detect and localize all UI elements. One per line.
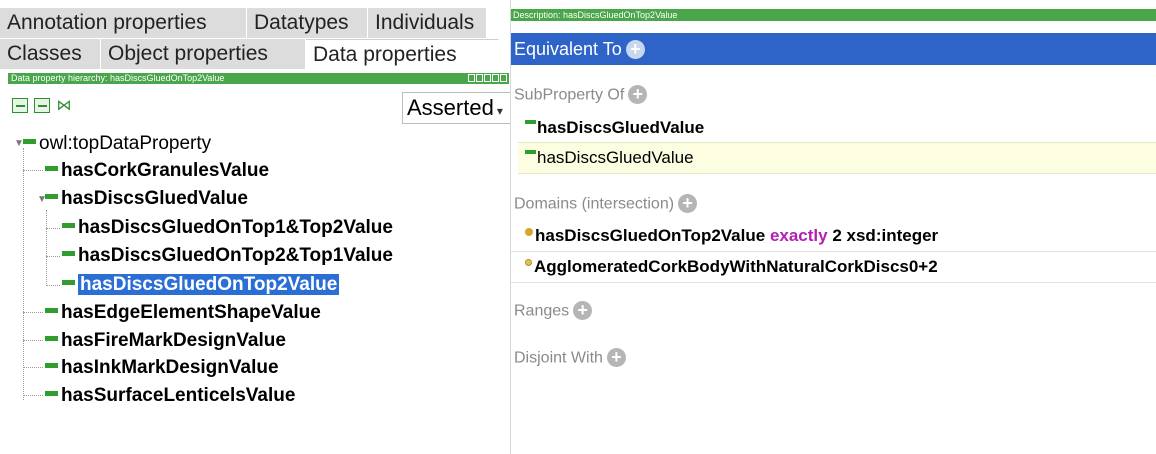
equivalent-to-section: Equivalent To + (511, 33, 1156, 65)
class-expression-icon (525, 228, 533, 236)
minimize-icon[interactable] (484, 74, 491, 82)
tree-node[interactable]: hasCorkGranulesValue (45, 158, 269, 184)
domains-section: Domains (intersection) + (514, 194, 698, 214)
domain-item[interactable]: AgglomeratedCorkBodyWithNaturalCorkDiscs… (525, 257, 938, 277)
class-icon (525, 259, 532, 266)
divider (511, 251, 1156, 252)
tree-node-selected[interactable]: hasDiscsGluedOnTop2Value (62, 272, 340, 298)
tree-connector (46, 228, 60, 229)
tree-node[interactable]: hasEdgeElementShapeValue (45, 300, 321, 326)
subproperty-item[interactable]: hasDiscsGluedValue (525, 118, 704, 138)
tab-individuals[interactable]: Individuals (368, 8, 487, 38)
tab-row-2: Classes Object properties Data propertie… (0, 39, 499, 69)
subproperty-of-section: SubProperty Of + (514, 85, 648, 105)
hierarchy-header: Data property hierarchy: hasDiscsGluedOn… (8, 73, 509, 84)
add-sibling-property-icon[interactable] (34, 98, 50, 113)
data-property-icon (45, 194, 58, 200)
tab-annotation-properties[interactable]: Annotation properties (0, 8, 247, 38)
add-equivalent-button[interactable]: + (625, 39, 645, 59)
tree-node-label: hasInkMarkDesignValue (61, 357, 279, 378)
data-property-icon (62, 251, 75, 257)
tree-node-root[interactable]: owl:topDataProperty (23, 131, 211, 157)
description-title: Description: hasDiscsGluedOnTop2Value (513, 10, 678, 20)
data-property-icon (45, 166, 58, 172)
tree-connector (23, 395, 43, 396)
subproperty-name: hasDiscsGluedValue (537, 118, 705, 137)
tree-node[interactable]: hasSurfaceLenticelsValue (45, 383, 295, 409)
tree-node-label: owl:topDataProperty (39, 133, 212, 154)
left-pane: Annotation properties Datatypes Individu… (0, 0, 511, 454)
add-disjoint-button[interactable]: + (606, 348, 626, 367)
tree-connector (23, 148, 24, 400)
tab-classes[interactable]: Classes (0, 39, 101, 69)
domain-filler: 2 xsd:integer (832, 226, 939, 245)
tree-connector (23, 340, 43, 341)
tab-datatypes[interactable]: Datatypes (247, 8, 368, 38)
ranges-label: Ranges (514, 302, 570, 320)
domain-class: AgglomeratedCorkBodyWithNaturalCorkDiscs… (534, 257, 938, 276)
tree-connector (46, 285, 60, 286)
data-property-icon (525, 150, 536, 154)
add-domain-button[interactable]: + (678, 194, 698, 213)
data-property-icon (23, 139, 36, 145)
data-property-icon (525, 120, 536, 124)
data-property-icon (45, 336, 58, 342)
tree-node-label: hasDiscsGluedOnTop2&Top1Value (78, 245, 393, 266)
divider (511, 282, 1156, 283)
tab-object-properties[interactable]: Object properties (101, 39, 306, 69)
ranges-section: Ranges + (514, 301, 593, 321)
tree-connector (46, 256, 60, 257)
tree-node-label: hasFireMarkDesignValue (61, 330, 286, 351)
tree-node[interactable]: hasDiscsGluedOnTop1&Top2Value (62, 215, 393, 241)
maximize-icon[interactable] (492, 74, 499, 82)
tree-node-label: hasDiscsGluedOnTop2Value (78, 274, 340, 295)
hierarchy-title: Data property hierarchy: hasDiscsGluedOn… (11, 73, 225, 83)
domain-keyword: exactly (769, 226, 828, 245)
hierarchy-toolbar: ⋈ (12, 98, 72, 113)
add-subproperty-button[interactable]: + (628, 85, 648, 104)
tree-node[interactable]: hasInkMarkDesignValue (45, 355, 279, 381)
tree-node-label: hasDiscsGluedValue (61, 188, 248, 209)
data-property-icon (62, 280, 75, 286)
close-icon[interactable] (500, 74, 507, 82)
tree-node[interactable]: hasDiscsGluedValue (45, 186, 248, 212)
tree-connector (23, 367, 43, 368)
data-property-icon (62, 223, 75, 229)
domain-property: hasDiscsGluedOnTop2Value (535, 226, 766, 245)
tree-node-label: hasDiscsGluedOnTop1&Top2Value (78, 217, 393, 238)
tree-node-label: hasSurfaceLenticelsValue (61, 385, 296, 406)
data-property-icon (45, 391, 58, 397)
equivalent-to-label: Equivalent To (514, 39, 622, 59)
disjoint-with-section: Disjoint With + (514, 348, 626, 368)
tree-node-label: hasEdgeElementShapeValue (61, 302, 321, 323)
add-sub-property-icon[interactable] (12, 98, 28, 113)
tab-row-1: Annotation properties Datatypes Individu… (0, 8, 487, 38)
hierarchy-mode-select[interactable]: Asserted ▾ (402, 92, 510, 124)
split-icon[interactable] (476, 74, 483, 82)
window-controls (468, 74, 507, 82)
domain-item[interactable]: hasDiscsGluedOnTop2Value exactly 2 xsd:i… (525, 226, 938, 246)
add-range-button[interactable]: + (573, 301, 593, 320)
description-pane: Description: hasDiscsGluedOnTop2Value Eq… (511, 0, 1156, 454)
subproperty-of-label: SubProperty Of (514, 86, 625, 104)
tree-node-label: hasCorkGranulesValue (61, 160, 270, 181)
chevron-down-icon: ▾ (496, 104, 503, 118)
disjoint-with-label: Disjoint With (514, 349, 603, 367)
data-property-icon (45, 363, 58, 369)
tree-node[interactable]: hasFireMarkDesignValue (45, 328, 286, 354)
subproperty-item-inferred[interactable]: hasDiscsGluedValue (525, 148, 694, 168)
delete-property-icon[interactable]: ⋈ (56, 98, 72, 113)
tree-node[interactable]: hasDiscsGluedOnTop2&Top1Value (62, 243, 393, 269)
tree-connector (23, 170, 43, 171)
tree-connector (23, 312, 43, 313)
tab-data-properties[interactable]: Data properties (306, 39, 499, 69)
description-header: Description: hasDiscsGluedOnTop2Value (511, 9, 1156, 21)
hierarchy-mode-value: Asserted (407, 95, 494, 120)
help-icon[interactable] (468, 74, 475, 82)
tree-connector (46, 210, 47, 286)
subproperty-name: hasDiscsGluedValue (537, 148, 694, 167)
data-property-icon (45, 308, 58, 314)
domains-label: Domains (intersection) (514, 195, 675, 213)
